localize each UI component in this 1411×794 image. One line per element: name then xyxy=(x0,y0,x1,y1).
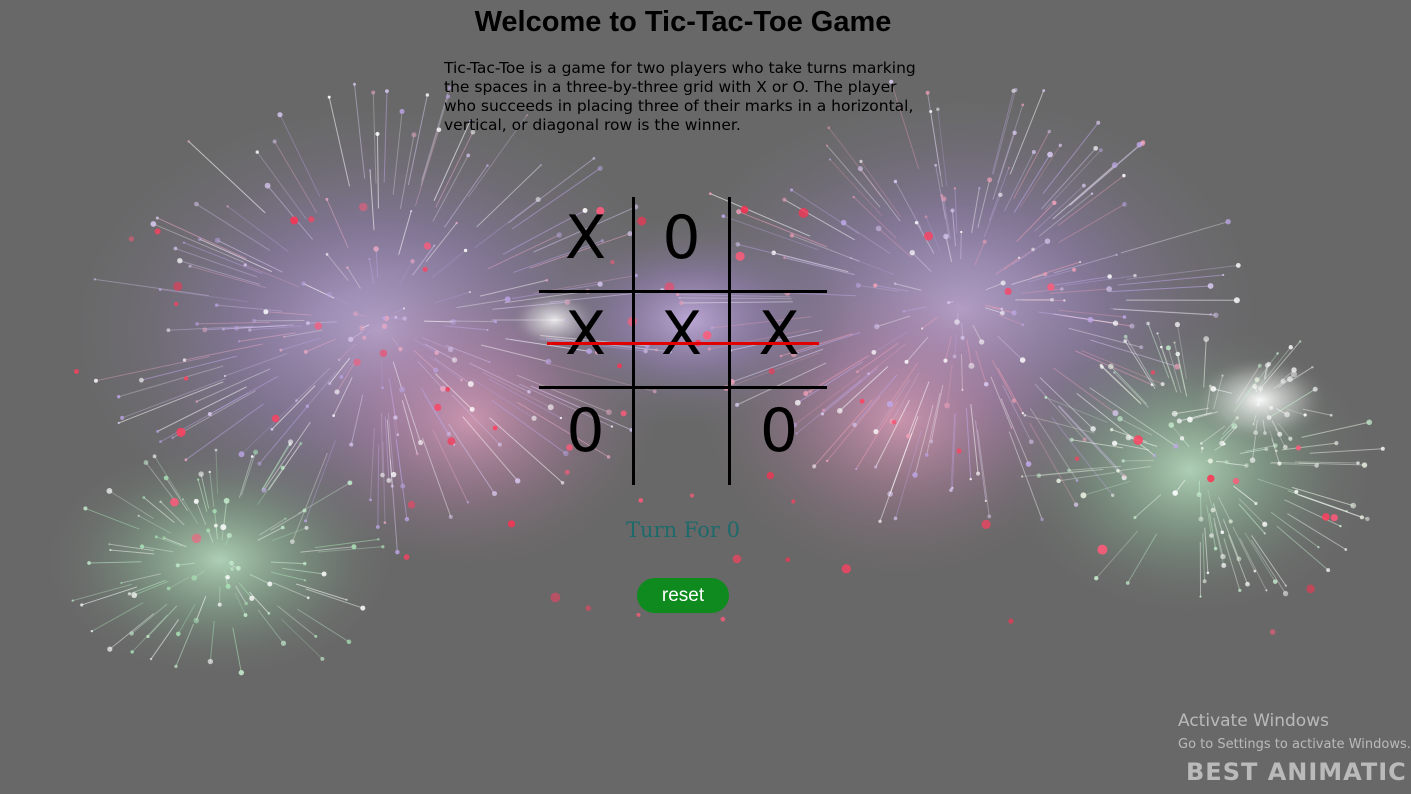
game-board: X 0 X X X 0 0 xyxy=(539,197,827,485)
board-cell-3[interactable] xyxy=(731,197,827,293)
cell-mark: X xyxy=(564,298,607,369)
winning-line xyxy=(547,342,819,345)
cell-mark: X xyxy=(564,202,607,273)
activate-windows-subtitle: Go to Settings to activate Windows. xyxy=(1178,737,1411,752)
board-cell-6[interactable]: X xyxy=(731,293,827,389)
cell-mark: X xyxy=(660,298,703,369)
reset-button[interactable]: reset xyxy=(637,578,729,613)
cell-mark: X xyxy=(758,298,800,369)
cell-mark: 0 xyxy=(759,396,799,466)
board-cell-8[interactable] xyxy=(635,389,731,485)
page-title: Welcome to Tic-Tac-Toe Game xyxy=(474,6,892,38)
turn-status: Turn For 0 xyxy=(626,518,740,542)
activate-windows-title: Activate Windows xyxy=(1178,711,1329,731)
game-description: Tic-Tac-Toe is a game for two players wh… xyxy=(444,59,916,134)
board-cell-2[interactable]: 0 xyxy=(635,197,731,293)
board-cell-9[interactable]: 0 xyxy=(731,389,827,485)
board-cell-5[interactable]: X xyxy=(635,293,731,389)
board-cell-1[interactable]: X xyxy=(539,197,635,293)
board-cell-4[interactable]: X xyxy=(539,293,635,389)
cell-mark: 0 xyxy=(566,396,605,466)
background-watermark: BEST ANIMATIC xyxy=(1186,758,1407,786)
cell-mark: 0 xyxy=(662,202,701,273)
board-cell-7[interactable]: 0 xyxy=(539,389,635,485)
